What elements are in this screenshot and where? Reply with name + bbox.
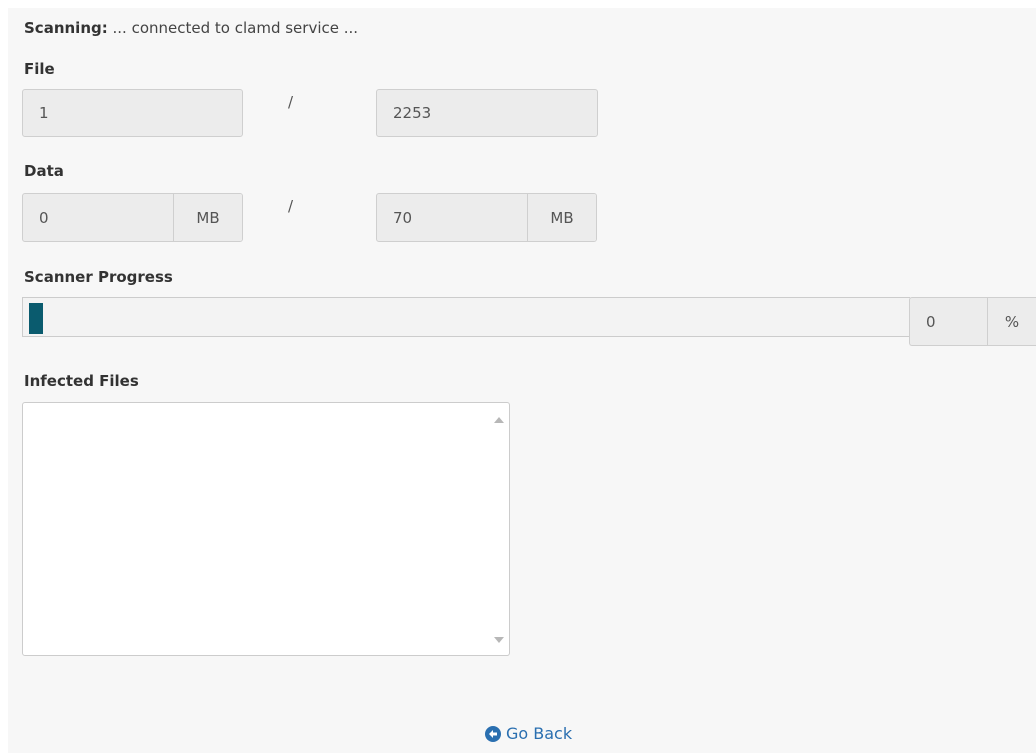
infected-files-scrollbar[interactable] (489, 403, 509, 655)
scanner-progress-bar (22, 297, 910, 337)
go-back-label: Go Back (506, 724, 573, 743)
data-current-group: 0 MB (22, 193, 243, 242)
status-key: Scanning: (24, 19, 108, 37)
progress-label: Scanner Progress (24, 268, 173, 286)
scan-status: Scanning: ... connected to clamd service… (24, 19, 358, 37)
data-current-unit: MB (173, 194, 242, 241)
file-current-value: 1 (39, 104, 49, 122)
file-label: File (24, 60, 55, 78)
data-total-group: 70 MB (376, 193, 597, 242)
arrow-left-circle-icon (485, 725, 501, 742)
scroll-down-arrow-icon[interactable] (494, 637, 504, 643)
progress-percent-unit: % (987, 298, 1036, 345)
data-separator: / (288, 197, 294, 215)
file-current-field: 1 (22, 89, 243, 137)
file-total-field: 2253 (376, 89, 598, 137)
status-text: ... connected to clamd service ... (112, 19, 359, 37)
progress-fill (29, 303, 43, 334)
data-current-value: 0 (39, 208, 49, 227)
scroll-up-arrow-icon[interactable] (494, 417, 504, 423)
file-separator: / (288, 93, 294, 111)
data-label: Data (24, 162, 64, 180)
infected-files-textarea[interactable] (22, 402, 510, 656)
progress-percent-value: 0 (926, 312, 936, 331)
file-total-value: 2253 (393, 104, 432, 122)
data-total-value: 70 (393, 208, 413, 227)
go-back-link[interactable]: Go Back (485, 724, 572, 743)
progress-percent-group: 0 % (909, 297, 1036, 346)
data-total-unit: MB (527, 194, 596, 241)
infected-files-label: Infected Files (24, 372, 139, 390)
